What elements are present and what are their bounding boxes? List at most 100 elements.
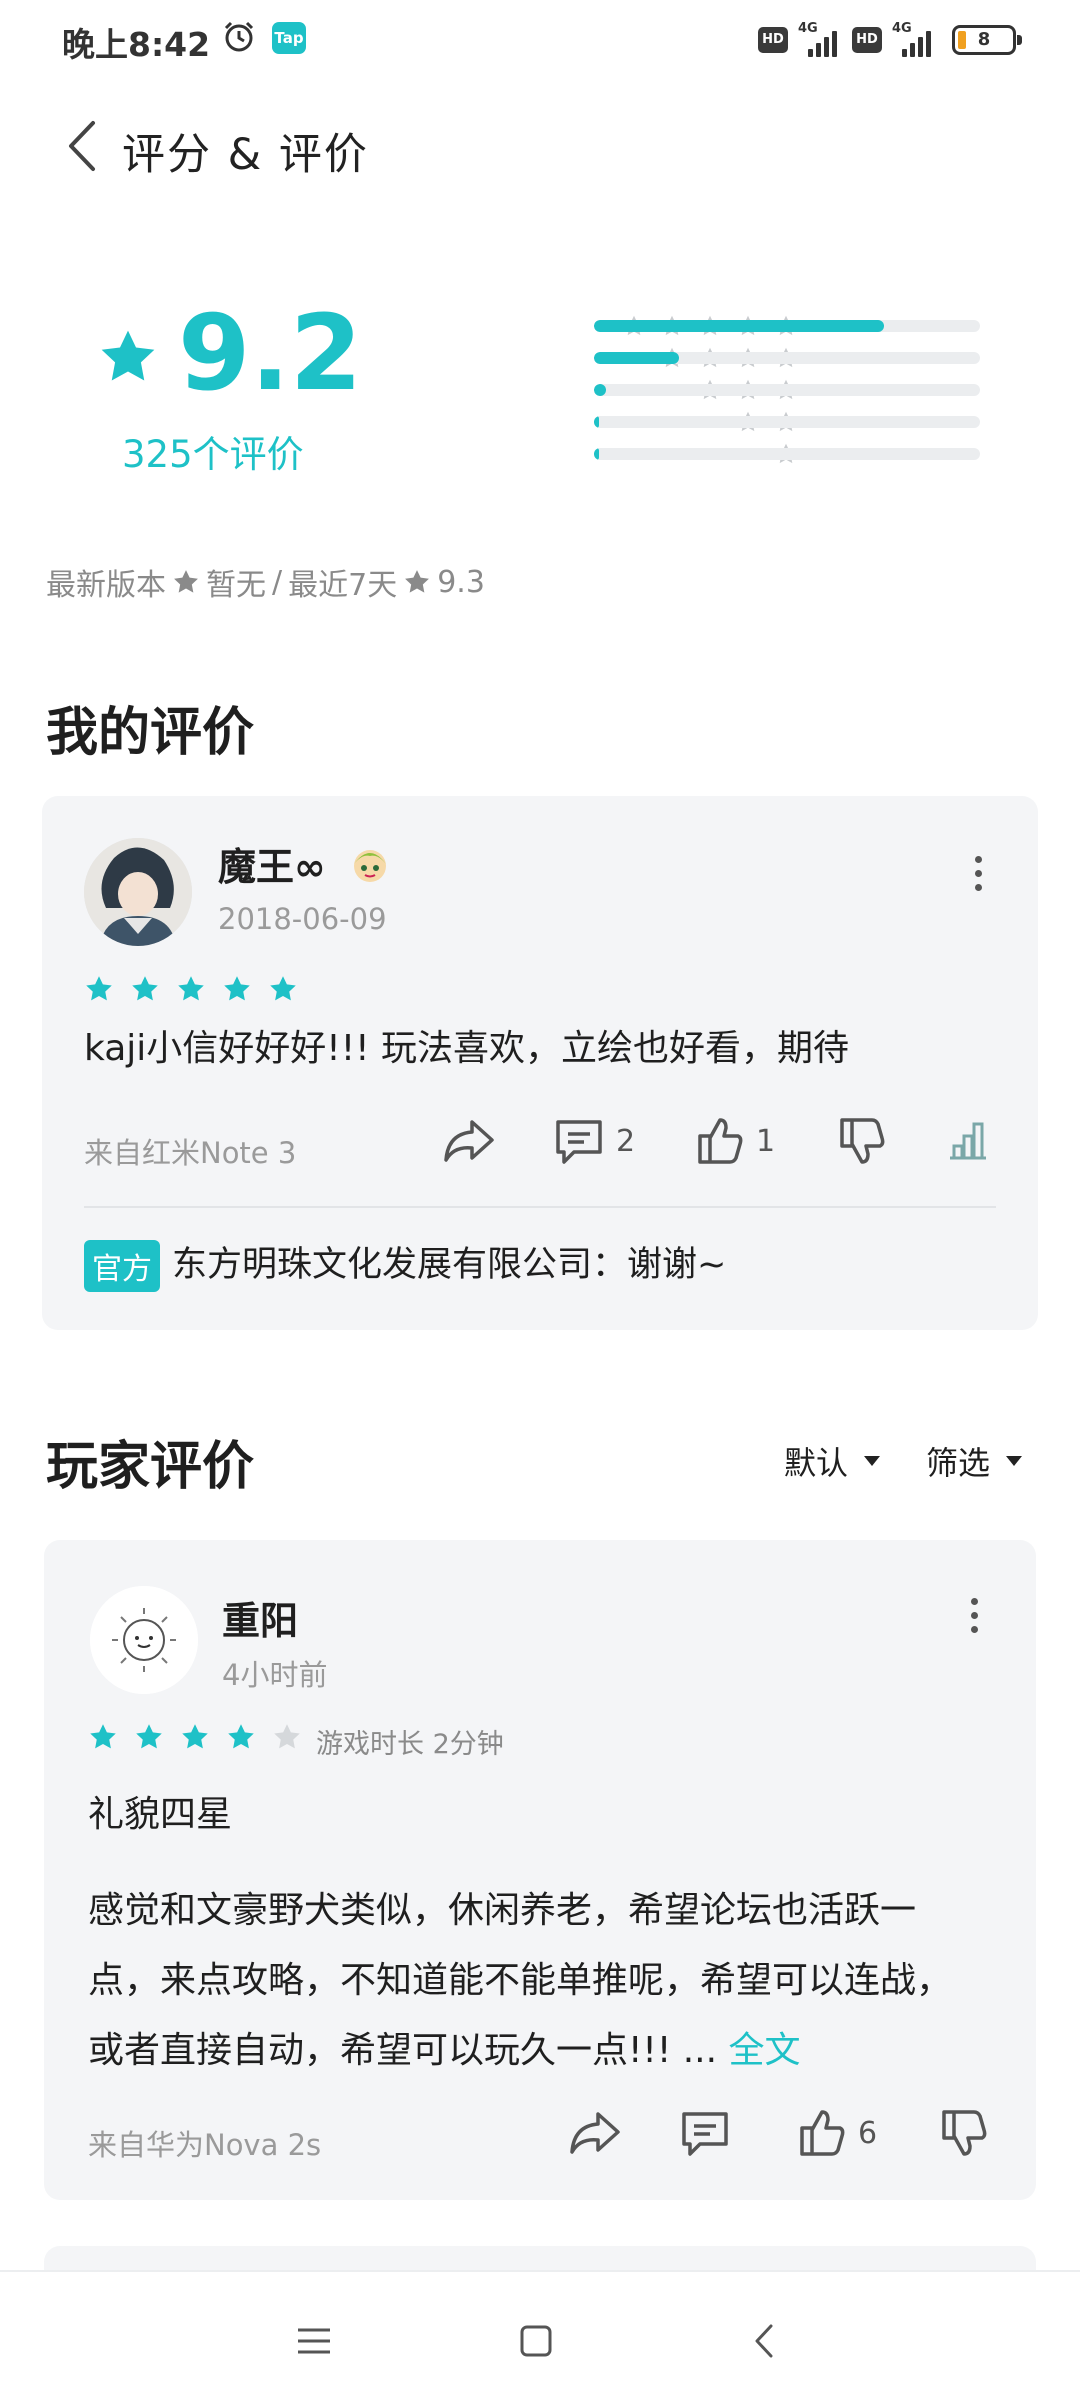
filter-dropdown[interactable]: 筛选 [926,1438,1023,1484]
comment-icon [556,1120,602,1164]
menu-icon [298,2328,330,2354]
playtime-label: 游戏时长 2分钟 [316,1729,504,1760]
distribution-row-4-star [400,342,980,374]
battery-icon: 8 [952,25,1022,55]
version-rating-line: 最新版本 暂无 / 最近7天 9.3 [46,560,485,604]
review-headline: 礼貌四星 [88,1794,233,1835]
official-tag: 官方 [84,1240,160,1292]
back-button[interactable] [52,116,112,176]
star-icon [101,330,155,381]
official-reply: 官方 东方明珠文化发展有限公司：谢谢~ [84,1236,726,1292]
share-button[interactable] [568,2108,622,2158]
filter-label: 筛选 [926,1444,991,1482]
star-icon [405,570,430,593]
home-square-icon [520,2325,552,2357]
share-button[interactable] [442,1116,496,1166]
sticker-icon [348,842,392,890]
thumbs-up-icon [800,2110,845,2156]
distribution-bar-track [594,448,980,460]
distribution-bar-fill [594,384,606,396]
distribution-bar-fill [594,448,599,460]
page-title: 评分 & 评价 [122,130,369,180]
comment-button[interactable] [680,2108,730,2158]
latest-version-value: 暂无 [206,568,266,603]
full-text-link[interactable]: 全文 [729,2030,801,2071]
distribution-bar-track [594,384,980,396]
caret-down-icon [864,1456,881,1466]
star-icon [90,1724,116,1749]
like-count: 6 [858,2115,878,2151]
status-bar: 晚上8:42 Tap HD 4G HD 4G 8 [0,0,1080,80]
rating-distribution [400,310,980,470]
bar-chart-icon [950,1122,986,1160]
recent-label: 最近7天 [288,568,398,603]
average-score: 9.2 [178,292,363,414]
review-body-line: 或者直接自动，希望可以玩久一点!!! ... 全文 [88,2030,801,2071]
like-button[interactable]: 1 [696,1116,775,1166]
back-nav-button[interactable] [734,2316,794,2366]
thumbs-up-icon [698,1118,743,1164]
review-body-line: 点，来点攻略，不知道能不能单推呢，希望可以连战， [88,1960,953,2001]
review-date: 2018-06-09 [218,902,387,936]
star-icon [178,976,204,1001]
comment-count: 2 [616,1123,636,1159]
more-options-button[interactable] [968,856,988,891]
like-button[interactable]: 6 [798,2108,877,2158]
official-reply-text: 东方明珠文化发展有限公司：谢谢~ [172,1245,727,1285]
distribution-row-5-star [400,310,980,342]
star-icon [132,976,158,1001]
latest-version-label: 最新版本 [46,568,166,603]
star-icon [174,570,198,593]
my-review-title: 我的评价 [46,703,255,763]
avatar[interactable] [84,838,192,946]
review-body: 感觉和文豪野犬类似，休闲养老，希望论坛也活跃一 点，来点攻略，不知道能不能单推呢… [88,1876,1008,2086]
player-review-card[interactable]: 重阳 4小时前 游戏时长 2分钟 礼貌四星 感觉和文豪野犬类似，休闲养老，希望论… [44,1540,1036,2200]
hd-icon: HD [852,27,882,53]
dislike-button[interactable] [838,1116,886,1166]
recent-value: 9.3 [437,564,485,600]
star-icon [274,1724,300,1749]
user-avatar-image [90,1586,198,1694]
sort-dropdown[interactable]: 默认 [784,1438,881,1484]
review-date: 4小时前 [222,1658,328,1692]
device-label: 来自华为Nova 2s [88,2128,322,2162]
review-text: kaji小信好好好!!! 玩法喜欢，立绘也好看，期待 [84,1028,850,1069]
hd-icon: HD [758,27,788,53]
thumbs-down-icon [840,1118,885,1164]
home-nav-button[interactable] [506,2316,566,2366]
alarm-icon [222,20,256,58]
star-icon [136,1724,162,1749]
distribution-bar-fill [594,320,884,332]
chevron-left-icon [69,121,95,171]
comment-button[interactable]: 2 [554,1116,635,1166]
star-icon [86,976,112,1001]
taptap-notification-icon: Tap [272,22,306,54]
system-nav-bar [0,2270,1080,2400]
star-icon [182,1724,208,1749]
status-right: HD 4G HD 4G 8 [758,18,1022,62]
dislike-button[interactable] [940,2108,988,2158]
review-stars [84,974,298,1004]
star-icon [228,1724,254,1749]
username[interactable]: 魔王∞ [218,836,326,891]
username[interactable]: 重阳 [222,1590,298,1645]
caret-down-icon [1006,1456,1023,1466]
device-label: 来自红米Note 3 [84,1136,297,1170]
share-icon [444,1120,494,1162]
share-icon [570,2112,620,2154]
signal-icon: 4G [892,21,936,57]
more-options-button[interactable] [964,1598,984,1633]
distribution-bar-track [594,416,980,428]
page: 晚上8:42 Tap HD 4G HD 4G 8 评分 & 评价 9.2 325… [0,0,1080,2400]
distribution-row-3-star [400,374,980,406]
my-review-card[interactable]: 魔王∞ 2018-06-09 kaji小信好好好!!! 玩法喜欢，立绘也好看，期… [42,796,1038,1330]
divider [84,1206,996,1208]
distribution-row-2-star [400,406,980,438]
star-icon [270,976,296,1001]
review-body-line: 感觉和文豪野犬类似，休闲养老，希望论坛也活跃一 [88,1890,917,1931]
menu-nav-button[interactable] [284,2316,344,2366]
like-count: 1 [756,1123,776,1159]
comment-icon [682,2112,728,2156]
avatar[interactable] [90,1586,198,1694]
stats-button[interactable] [948,1120,988,1160]
